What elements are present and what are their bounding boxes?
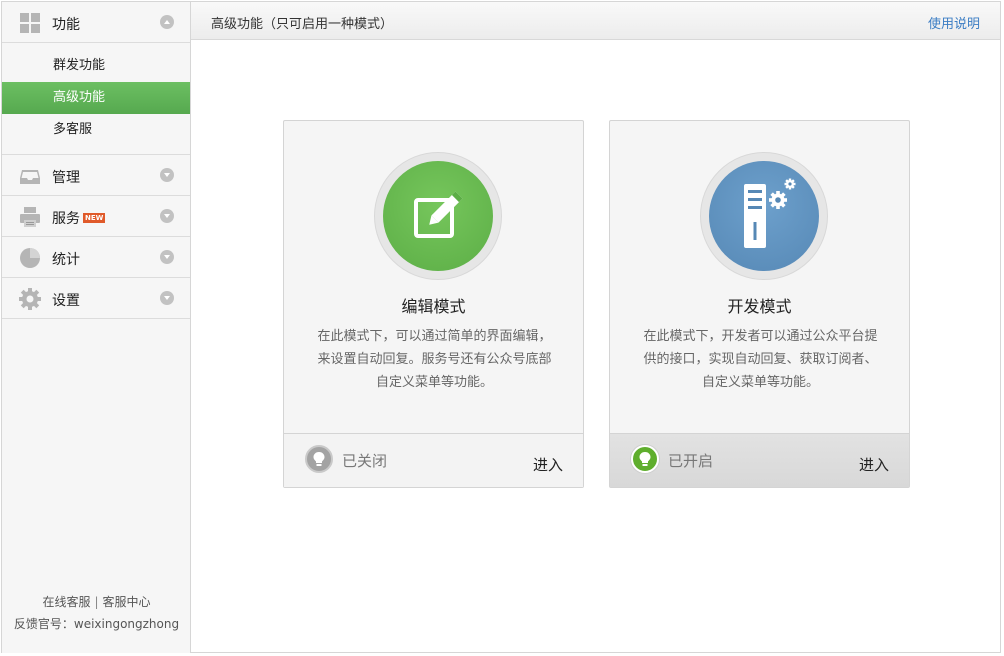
grid-icon <box>19 12 41 34</box>
sidebar-group-label: 功能 <box>52 17 80 33</box>
edit-mode-card: 编辑模式 在此模式下，可以通过简单的界面编辑， 来设置自动回复。服务号还有公众号… <box>283 120 584 488</box>
lightbulb-icon <box>305 445 333 473</box>
card-description-line: 自定义菜单等功能。 <box>701 375 819 390</box>
edit-mode-icon-ring <box>374 152 502 280</box>
online-service-link[interactable]: 在线客服 <box>42 595 90 609</box>
footer-separator: | <box>94 595 99 609</box>
sidebar-group-manage[interactable]: 管理 <box>2 155 190 196</box>
developer-mode-card: 开发模式 在此模式下，开发者可以通过公众平台提 供的接口，实现自动回复、获取订阅… <box>609 120 910 488</box>
help-link[interactable]: 使用说明 <box>928 13 980 32</box>
new-badge: NEW <box>83 213 106 223</box>
inbox-icon <box>19 165 41 187</box>
card-description-line: 在此模式下，开发者可以通过公众平台提 <box>643 329 878 344</box>
function-submenu: 群发功能 高级功能 多客服 <box>2 43 190 155</box>
edit-icon <box>383 161 493 271</box>
card-title: 开发模式 <box>727 297 792 316</box>
page-header: 高级功能（只可启用一种模式） 使用说明 <box>191 2 1000 40</box>
server-gear-icon <box>709 161 819 271</box>
chevron-down-icon[interactable] <box>160 168 174 182</box>
card-footer: 已开启 进入 <box>610 433 909 487</box>
sidebar-group-label: 管理 <box>52 170 80 186</box>
card-description: 在此模式下，可以通过简单的界面编辑， 来设置自动回复。服务号还有公众号底部 自定… <box>306 325 563 394</box>
card-description-line: 在此模式下，可以通过简单的界面编辑， <box>317 329 552 344</box>
sidebar-item-advanced[interactable]: 高级功能 <box>2 82 190 114</box>
card-footer: 已关闭 进入 <box>284 433 583 487</box>
sidebar-item-multi-service[interactable]: 多客服 <box>2 114 190 146</box>
sidebar: 功能 群发功能 高级功能 多客服 管理 服务 NEW 统计 设置 在线客服 | … <box>2 2 191 653</box>
card-title: 编辑模式 <box>401 297 466 316</box>
service-center-link[interactable]: 客服中心 <box>103 595 151 609</box>
sidebar-group-label: 统计 <box>52 252 80 268</box>
sidebar-footer: 在线客服 | 客服中心 反馈官号：weixingongzhong <box>2 591 191 635</box>
sidebar-group-label: 设置 <box>52 293 80 309</box>
status-text: 已关闭 <box>342 452 388 470</box>
card-description-line: 供的接口，实现自动回复、获取订阅者、 <box>643 352 878 367</box>
pie-chart-icon <box>19 247 41 269</box>
sidebar-group-label: 服务 NEW <box>52 208 106 228</box>
lightbulb-icon <box>631 445 659 473</box>
sidebar-group-label-text: 服务 <box>52 211 80 227</box>
sidebar-group-service[interactable]: 服务 NEW <box>2 196 190 237</box>
developer-mode-icon-ring <box>700 152 828 280</box>
sidebar-item-mass-send[interactable]: 群发功能 <box>2 50 190 82</box>
card-description-line: 来设置自动回复。服务号还有公众号底部 <box>317 352 552 367</box>
gear-icon <box>19 288 41 310</box>
chevron-up-icon[interactable] <box>160 15 174 29</box>
enter-button[interactable]: 进入 <box>533 454 563 475</box>
enter-button[interactable]: 进入 <box>859 454 889 475</box>
chevron-down-icon[interactable] <box>160 209 174 223</box>
page-title: 高级功能（只可启用一种模式） <box>211 17 394 32</box>
feedback-account: 反馈官号：weixingongzhong <box>13 617 180 631</box>
sidebar-group-statistics[interactable]: 统计 <box>2 237 190 278</box>
printer-icon <box>19 206 41 228</box>
chevron-down-icon[interactable] <box>160 291 174 305</box>
status-text: 已开启 <box>668 452 714 470</box>
sidebar-group-function[interactable]: 功能 <box>2 2 190 43</box>
card-description: 在此模式下，开发者可以通过公众平台提 供的接口，实现自动回复、获取订阅者、 自定… <box>632 325 889 394</box>
chevron-down-icon[interactable] <box>160 250 174 264</box>
sidebar-group-settings[interactable]: 设置 <box>2 278 190 319</box>
card-description-line: 自定义菜单等功能。 <box>375 375 493 390</box>
